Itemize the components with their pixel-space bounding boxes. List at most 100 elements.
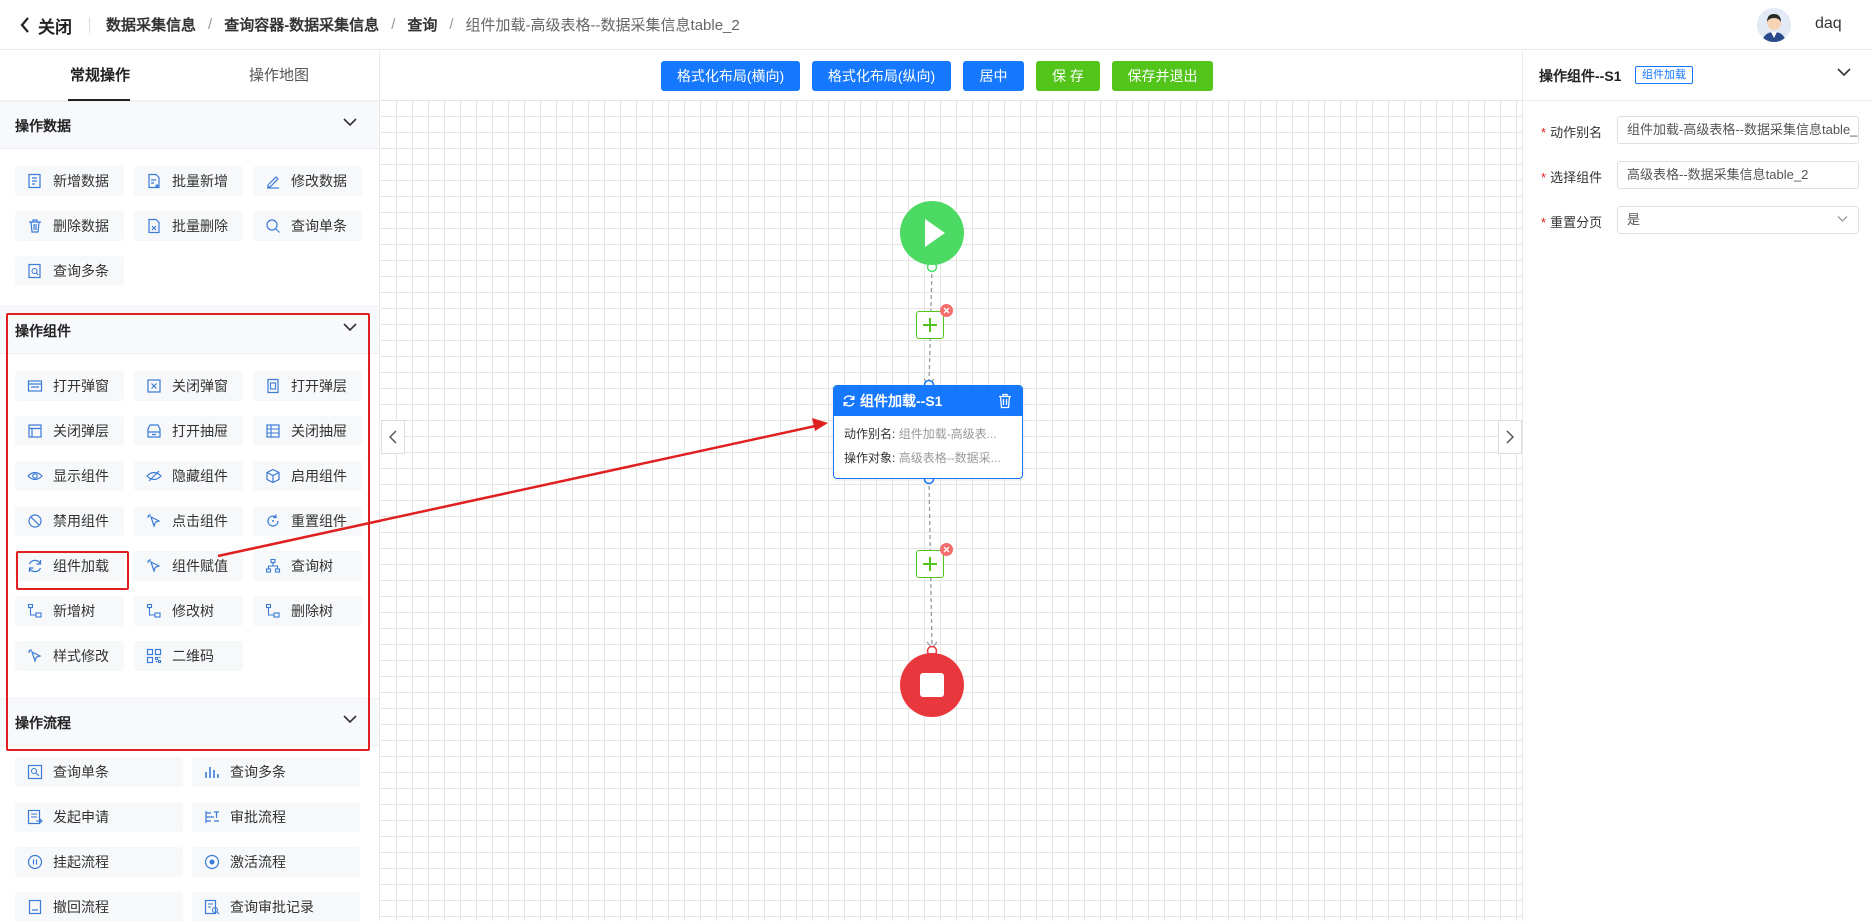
node-target-row: 操作对象: 高级表格--数据采... bbox=[844, 451, 1001, 465]
submit-icon bbox=[27, 809, 43, 825]
tree-delete-icon bbox=[265, 603, 280, 618]
close-button[interactable]: 关闭 bbox=[20, 13, 72, 37]
breadcrumb-item[interactable]: 查询容器-数据采集信息 bbox=[224, 14, 379, 35]
alias-input[interactable]: 组件加载-高级表格--数据采集信息table_2 bbox=[1617, 116, 1859, 144]
remove-link-button[interactable] bbox=[940, 543, 953, 556]
remove-link-button[interactable] bbox=[940, 304, 953, 317]
close-label: 关闭 bbox=[38, 17, 72, 37]
op-open-layer[interactable]: 打开弹层 bbox=[253, 371, 362, 401]
chevron-right-icon bbox=[1506, 430, 1514, 444]
field-label-alias: * 动作别名 bbox=[1541, 125, 1603, 140]
plus-icon bbox=[923, 318, 937, 332]
top-header: 关闭 数据采集信息 / 查询容器-数据采集信息 / 查询 / 组件加载-高级表格… bbox=[0, 0, 1872, 50]
right-panel-title: 操作组件--S1 bbox=[1539, 68, 1622, 84]
node-title: 组件加载--S1 bbox=[860, 393, 943, 409]
op-batch-delete[interactable]: 批量删除 bbox=[134, 211, 243, 241]
header-divider bbox=[89, 17, 90, 33]
op-batch-add[interactable]: 批量新增 bbox=[134, 166, 243, 196]
right-panel: 操作组件--S1 组件加载 * 动作别名 组件加载-高级表格--数据采集信息tab… bbox=[1522, 51, 1872, 921]
op-qrcode[interactable]: 二维码 bbox=[134, 641, 243, 671]
section-header-data[interactable]: 操作数据 bbox=[0, 101, 379, 149]
stop-icon bbox=[920, 673, 944, 697]
close-icon bbox=[943, 546, 950, 553]
chevron-left-icon bbox=[20, 17, 29, 33]
reset-page-select[interactable]: 是 bbox=[1617, 206, 1859, 234]
op-flow-withdraw[interactable]: 撤回流程 bbox=[15, 892, 183, 921]
flow-canvas[interactable]: 格式化布局(横向) 格式化布局(纵向) 居中 保 存 保存并退出 组件加载--S… bbox=[381, 51, 1522, 921]
add-document-icon bbox=[28, 173, 41, 189]
chevron-down-icon[interactable] bbox=[1837, 67, 1851, 77]
username[interactable]: daq bbox=[1815, 15, 1842, 33]
section-header-component[interactable]: 操作组件 bbox=[0, 306, 379, 354]
action-type-tag: 组件加载 bbox=[1635, 66, 1693, 84]
op-component-assign[interactable]: 组件赋值 bbox=[134, 551, 243, 581]
op-enable-component[interactable]: 启用组件 bbox=[253, 461, 362, 491]
left-panel: 常规操作 操作地图 操作数据 新增数据 批量新增 修改数据 删除数据 批量删除 … bbox=[0, 51, 380, 921]
op-flow-apply[interactable]: 发起申请 bbox=[15, 802, 183, 832]
tab-ops-map[interactable]: 操作地图 bbox=[209, 51, 349, 101]
op-add-data[interactable]: 新增数据 bbox=[15, 166, 124, 196]
op-flow-activate[interactable]: 激活流程 bbox=[192, 847, 360, 877]
op-open-drawer[interactable]: 打开抽屉 bbox=[134, 416, 243, 446]
op-flow-query-one[interactable]: 查询单条 bbox=[15, 757, 183, 787]
breadcrumb-item[interactable]: 查询 bbox=[407, 14, 437, 35]
image-search-icon bbox=[27, 764, 43, 780]
component-select[interactable]: 高级表格--数据采集信息table_2 bbox=[1617, 161, 1859, 189]
op-query-one[interactable]: 查询单条 bbox=[253, 211, 362, 241]
op-edit-tree[interactable]: 修改树 bbox=[134, 596, 243, 626]
op-close-dialog[interactable]: 关闭弹窗 bbox=[134, 371, 243, 401]
add-node-button[interactable] bbox=[916, 550, 944, 578]
op-query-tree[interactable]: 查询树 bbox=[253, 551, 362, 581]
op-close-drawer[interactable]: 关闭抽屉 bbox=[253, 416, 362, 446]
op-close-layer[interactable]: 关闭弹层 bbox=[15, 416, 124, 446]
record-icon bbox=[204, 854, 220, 870]
op-delete-data[interactable]: 删除数据 bbox=[15, 211, 124, 241]
collapse-left-button[interactable] bbox=[381, 420, 405, 454]
open-drawer-icon bbox=[147, 424, 161, 438]
op-flow-suspend[interactable]: 挂起流程 bbox=[15, 847, 183, 877]
pointer-style-icon bbox=[28, 649, 42, 663]
op-show-component[interactable]: 显示组件 bbox=[15, 461, 124, 491]
qrcode-icon bbox=[146, 648, 162, 664]
op-flow-approve[interactable]: 审批流程 bbox=[192, 802, 360, 832]
op-flow-query-many[interactable]: 查询多条 bbox=[192, 757, 360, 787]
op-reset-component[interactable]: 重置组件 bbox=[253, 506, 362, 536]
collapse-right-button[interactable] bbox=[1498, 420, 1522, 454]
trash-icon bbox=[29, 219, 41, 233]
add-node-button[interactable] bbox=[916, 311, 944, 339]
batch-delete-icon bbox=[148, 218, 160, 234]
node-alias-row: 动作别名: 组件加载-高级表... bbox=[844, 427, 997, 441]
field-label-reset-page: * 重置分页 bbox=[1541, 215, 1603, 230]
start-node[interactable] bbox=[899, 200, 965, 266]
action-node-card[interactable]: 组件加载--S1 动作别名: 组件加载-高级表... 操作对象: 高级表格--数… bbox=[833, 385, 1023, 479]
breadcrumb-item[interactable]: 数据采集信息 bbox=[106, 14, 196, 35]
op-open-dialog[interactable]: 打开弹窗 bbox=[15, 371, 124, 401]
op-query-many[interactable]: 查询多条 bbox=[15, 256, 124, 286]
pointer-click-icon bbox=[147, 514, 161, 528]
section-header-flow[interactable]: 操作流程 bbox=[0, 698, 379, 746]
edit-icon bbox=[267, 176, 279, 189]
op-hide-component[interactable]: 隐藏组件 bbox=[134, 461, 243, 491]
tab-common-ops[interactable]: 常规操作 bbox=[30, 51, 170, 101]
bar-chart-icon bbox=[205, 767, 219, 778]
op-edit-data[interactable]: 修改数据 bbox=[253, 166, 362, 196]
reset-icon bbox=[267, 514, 279, 527]
op-delete-tree[interactable]: 删除树 bbox=[253, 596, 362, 626]
trash-icon[interactable] bbox=[998, 393, 1012, 409]
op-add-tree[interactable]: 新增树 bbox=[15, 596, 124, 626]
flow-connectors bbox=[923, 261, 938, 657]
op-disable-component[interactable]: 禁用组件 bbox=[15, 506, 124, 536]
right-panel-header: 操作组件--S1 组件加载 bbox=[1523, 51, 1872, 101]
field-label-component: * 选择组件 bbox=[1541, 170, 1603, 185]
document-search-icon bbox=[28, 263, 41, 279]
op-component-load[interactable]: 组件加载 bbox=[15, 551, 124, 581]
pause-icon bbox=[27, 854, 43, 870]
plus-icon bbox=[923, 557, 937, 571]
breadcrumb-current: 组件加载-高级表格--数据采集信息table_2 bbox=[465, 17, 740, 34]
op-click-component[interactable]: 点击组件 bbox=[134, 506, 243, 536]
op-flow-approval-log[interactable]: 查询审批记录 bbox=[192, 892, 360, 921]
avatar[interactable] bbox=[1757, 8, 1791, 42]
end-node[interactable] bbox=[899, 652, 965, 718]
op-style-modify[interactable]: 样式修改 bbox=[15, 641, 124, 671]
close-layer-icon bbox=[28, 424, 42, 438]
